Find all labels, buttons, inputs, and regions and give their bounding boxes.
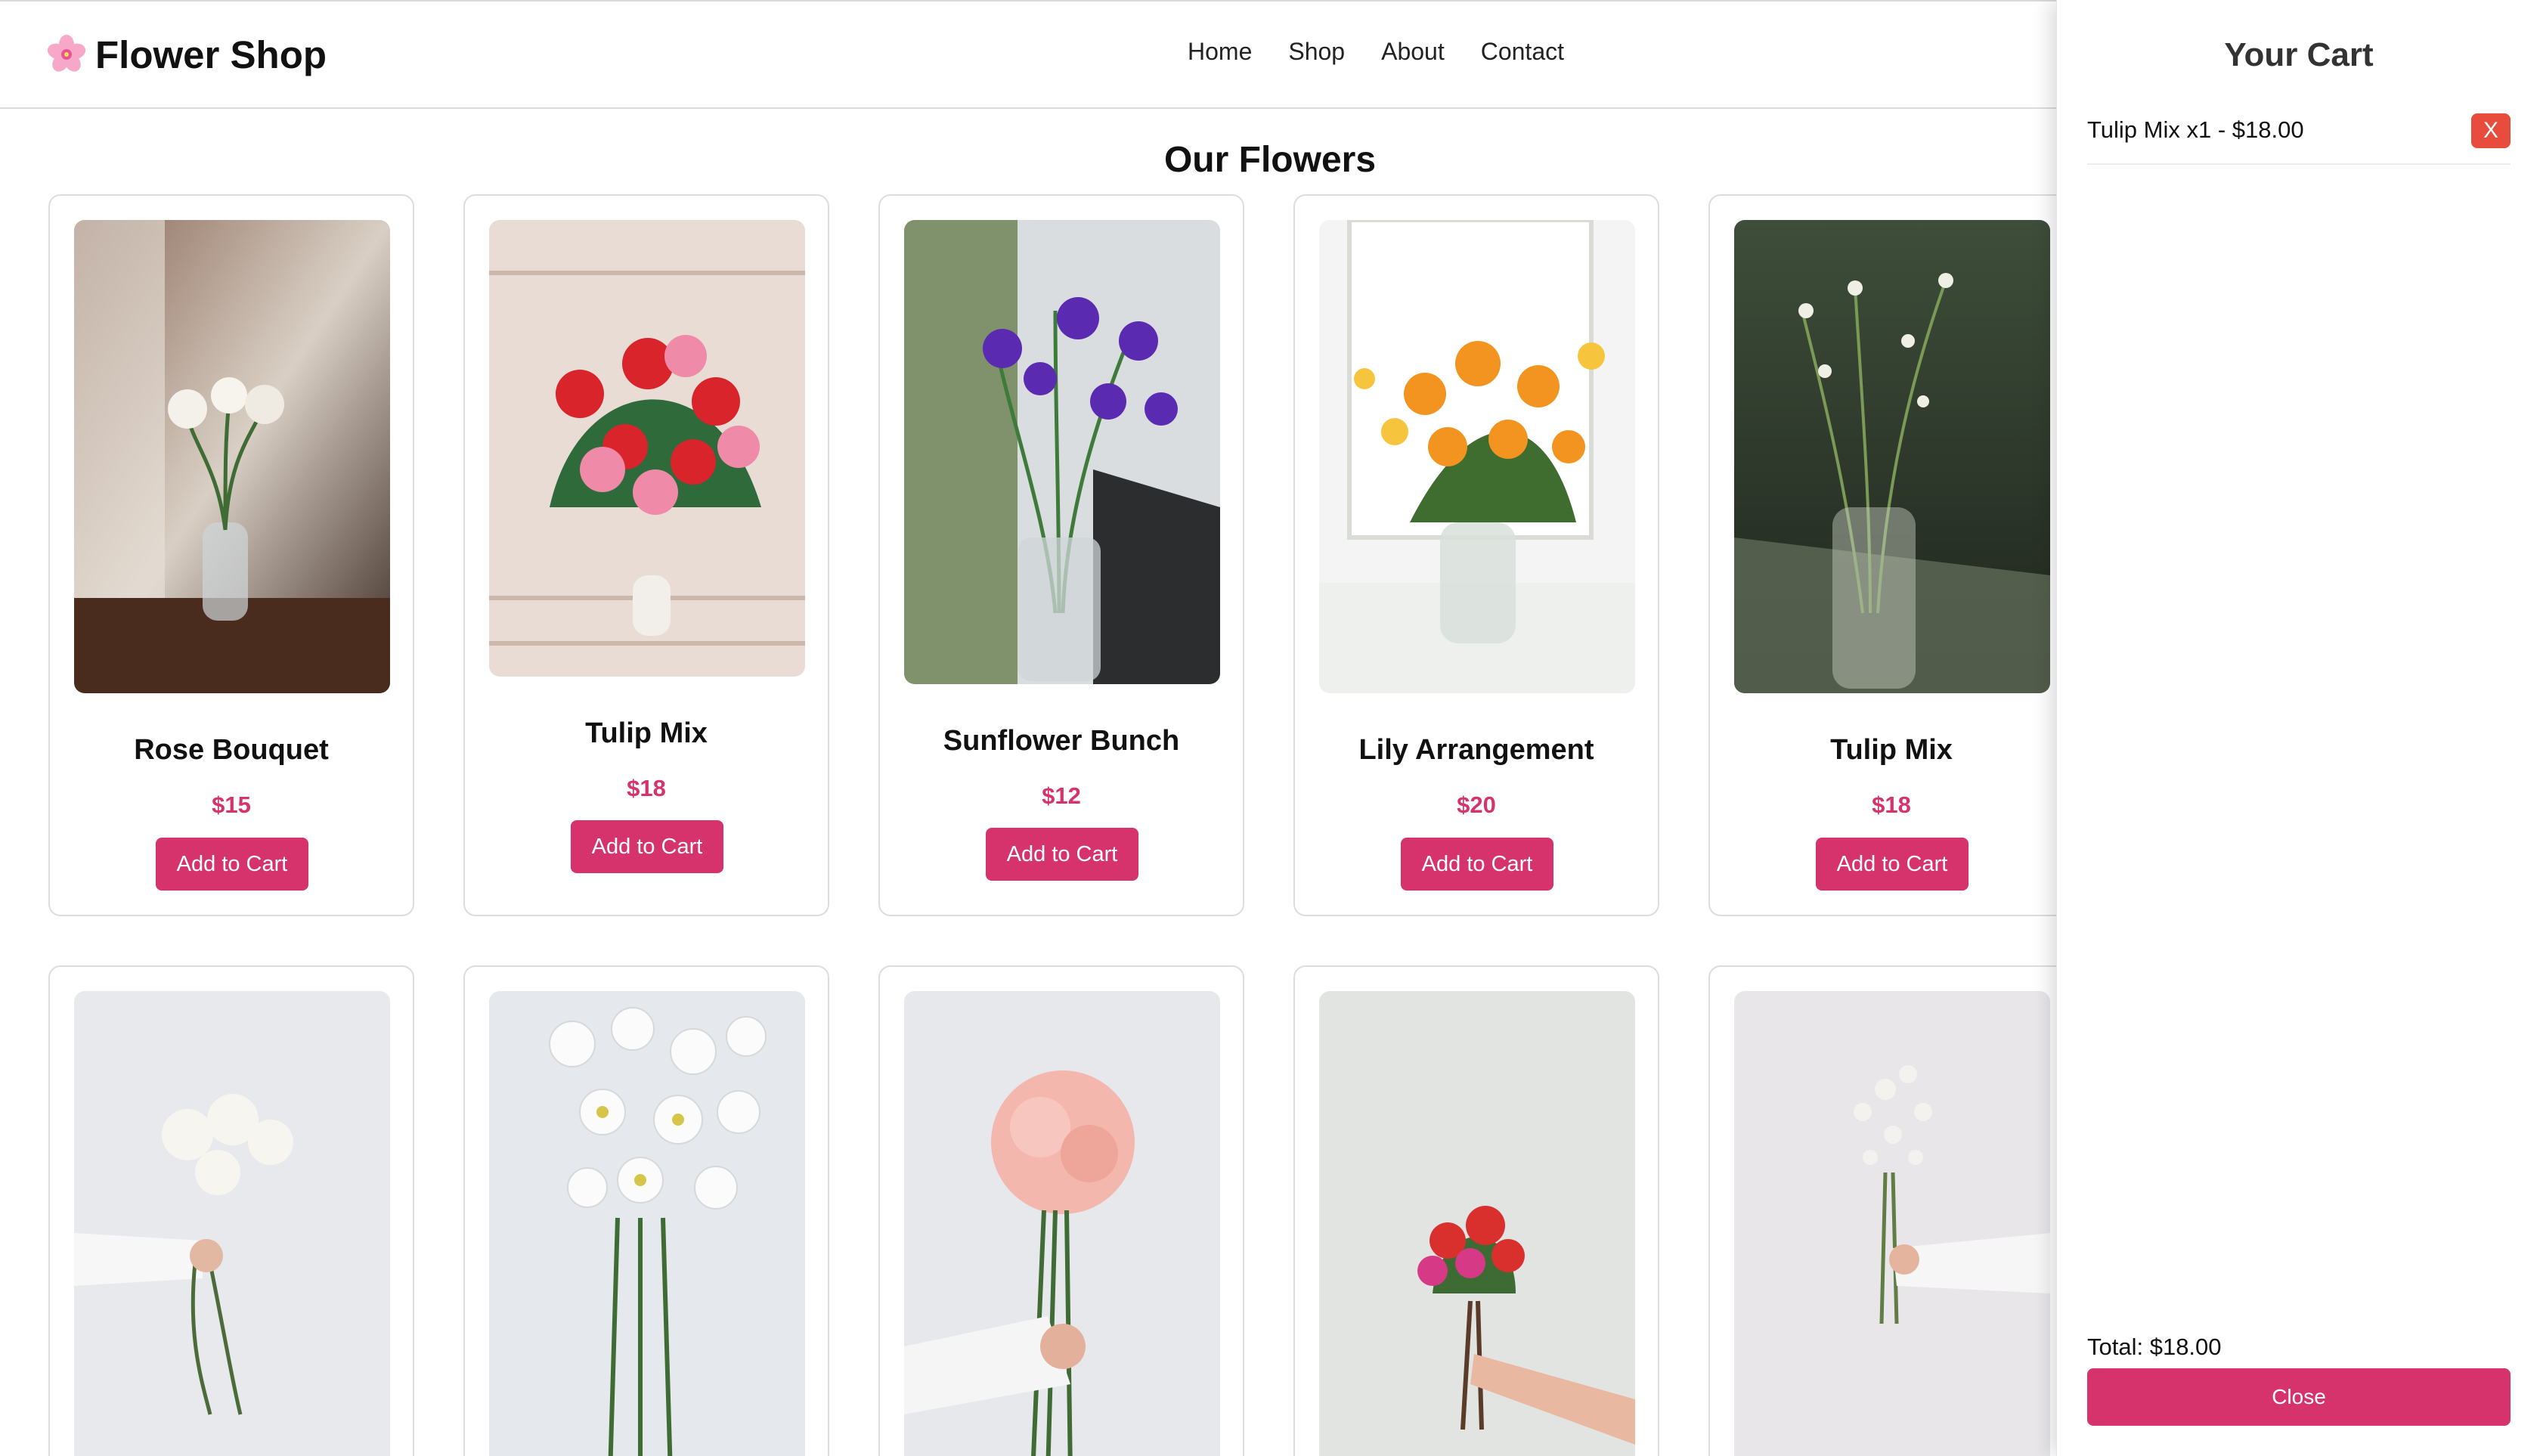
product-name: Sunflower Bunch: [943, 725, 1180, 757]
product-card: [463, 965, 829, 1456]
product-name: Lily Arrangement: [1358, 734, 1594, 766]
product-card: Tulip Mix $18 Add to Cart: [1708, 194, 2074, 916]
product-image: [74, 991, 390, 1456]
product-image: [904, 991, 1220, 1456]
add-to-cart-button[interactable]: Add to Cart: [156, 838, 308, 891]
brand-name: Flower Shop: [95, 33, 327, 76]
product-card: Sunflower Bunch $12 Add to Cart: [878, 194, 1244, 916]
product-price: $20: [1457, 792, 1496, 818]
nav-contact[interactable]: Contact: [1481, 38, 1564, 66]
product-image: [489, 991, 805, 1456]
product-name: Tulip Mix: [585, 717, 708, 749]
product-price: $12: [1042, 782, 1081, 809]
product-price: $15: [212, 792, 251, 818]
add-to-cart-button[interactable]: Add to Cart: [1816, 838, 1968, 891]
product-image: [74, 220, 390, 693]
product-price: $18: [1872, 792, 1911, 818]
nav-about[interactable]: About: [1381, 38, 1445, 66]
cart-drawer: Your Cart Tulip Mix x1 - $18.00 X Total:…: [2056, 0, 2540, 1456]
product-image: [1319, 991, 1635, 1456]
cart-total: Total: $18.00: [2087, 1334, 2222, 1360]
product-name: Rose Bouquet: [134, 734, 329, 766]
add-to-cart-button[interactable]: Add to Cart: [571, 820, 723, 873]
product-image: [1734, 220, 2050, 693]
cart-title: Your Cart: [2224, 36, 2374, 73]
product-image: [489, 220, 805, 677]
product-card: [1708, 965, 2074, 1456]
product-price: $18: [627, 775, 666, 801]
nav-shop[interactable]: Shop: [1288, 38, 1345, 66]
cart-item: Tulip Mix x1 - $18.00 X: [2087, 110, 2511, 165]
cherry-blossom-icon: [47, 35, 86, 72]
product-image: [904, 220, 1220, 684]
product-card: Rose Bouquet $15 Add to Cart: [48, 194, 414, 916]
close-cart-button[interactable]: Close: [2087, 1368, 2511, 1426]
nav-home[interactable]: Home: [1188, 38, 1252, 66]
remove-item-button[interactable]: X: [2471, 113, 2511, 148]
add-to-cart-button[interactable]: Add to Cart: [986, 828, 1138, 881]
product-image: [1734, 991, 2050, 1456]
product-card: Tulip Mix $18 Add to Cart: [463, 194, 829, 916]
product-card: Lily Arrangement $20 Add to Cart: [1293, 194, 1659, 916]
product-image: [1319, 220, 1635, 693]
brand[interactable]: Flower Shop: [45, 32, 327, 77]
product-card: [878, 965, 1244, 1456]
product-card: [1293, 965, 1659, 1456]
main-nav: Home Shop About Contact: [1188, 38, 1600, 66]
product-name: Tulip Mix: [1830, 734, 1953, 766]
add-to-cart-button[interactable]: Add to Cart: [1401, 838, 1553, 891]
product-card: [48, 965, 414, 1456]
cart-item-label: Tulip Mix x1 - $18.00: [2087, 116, 2304, 143]
